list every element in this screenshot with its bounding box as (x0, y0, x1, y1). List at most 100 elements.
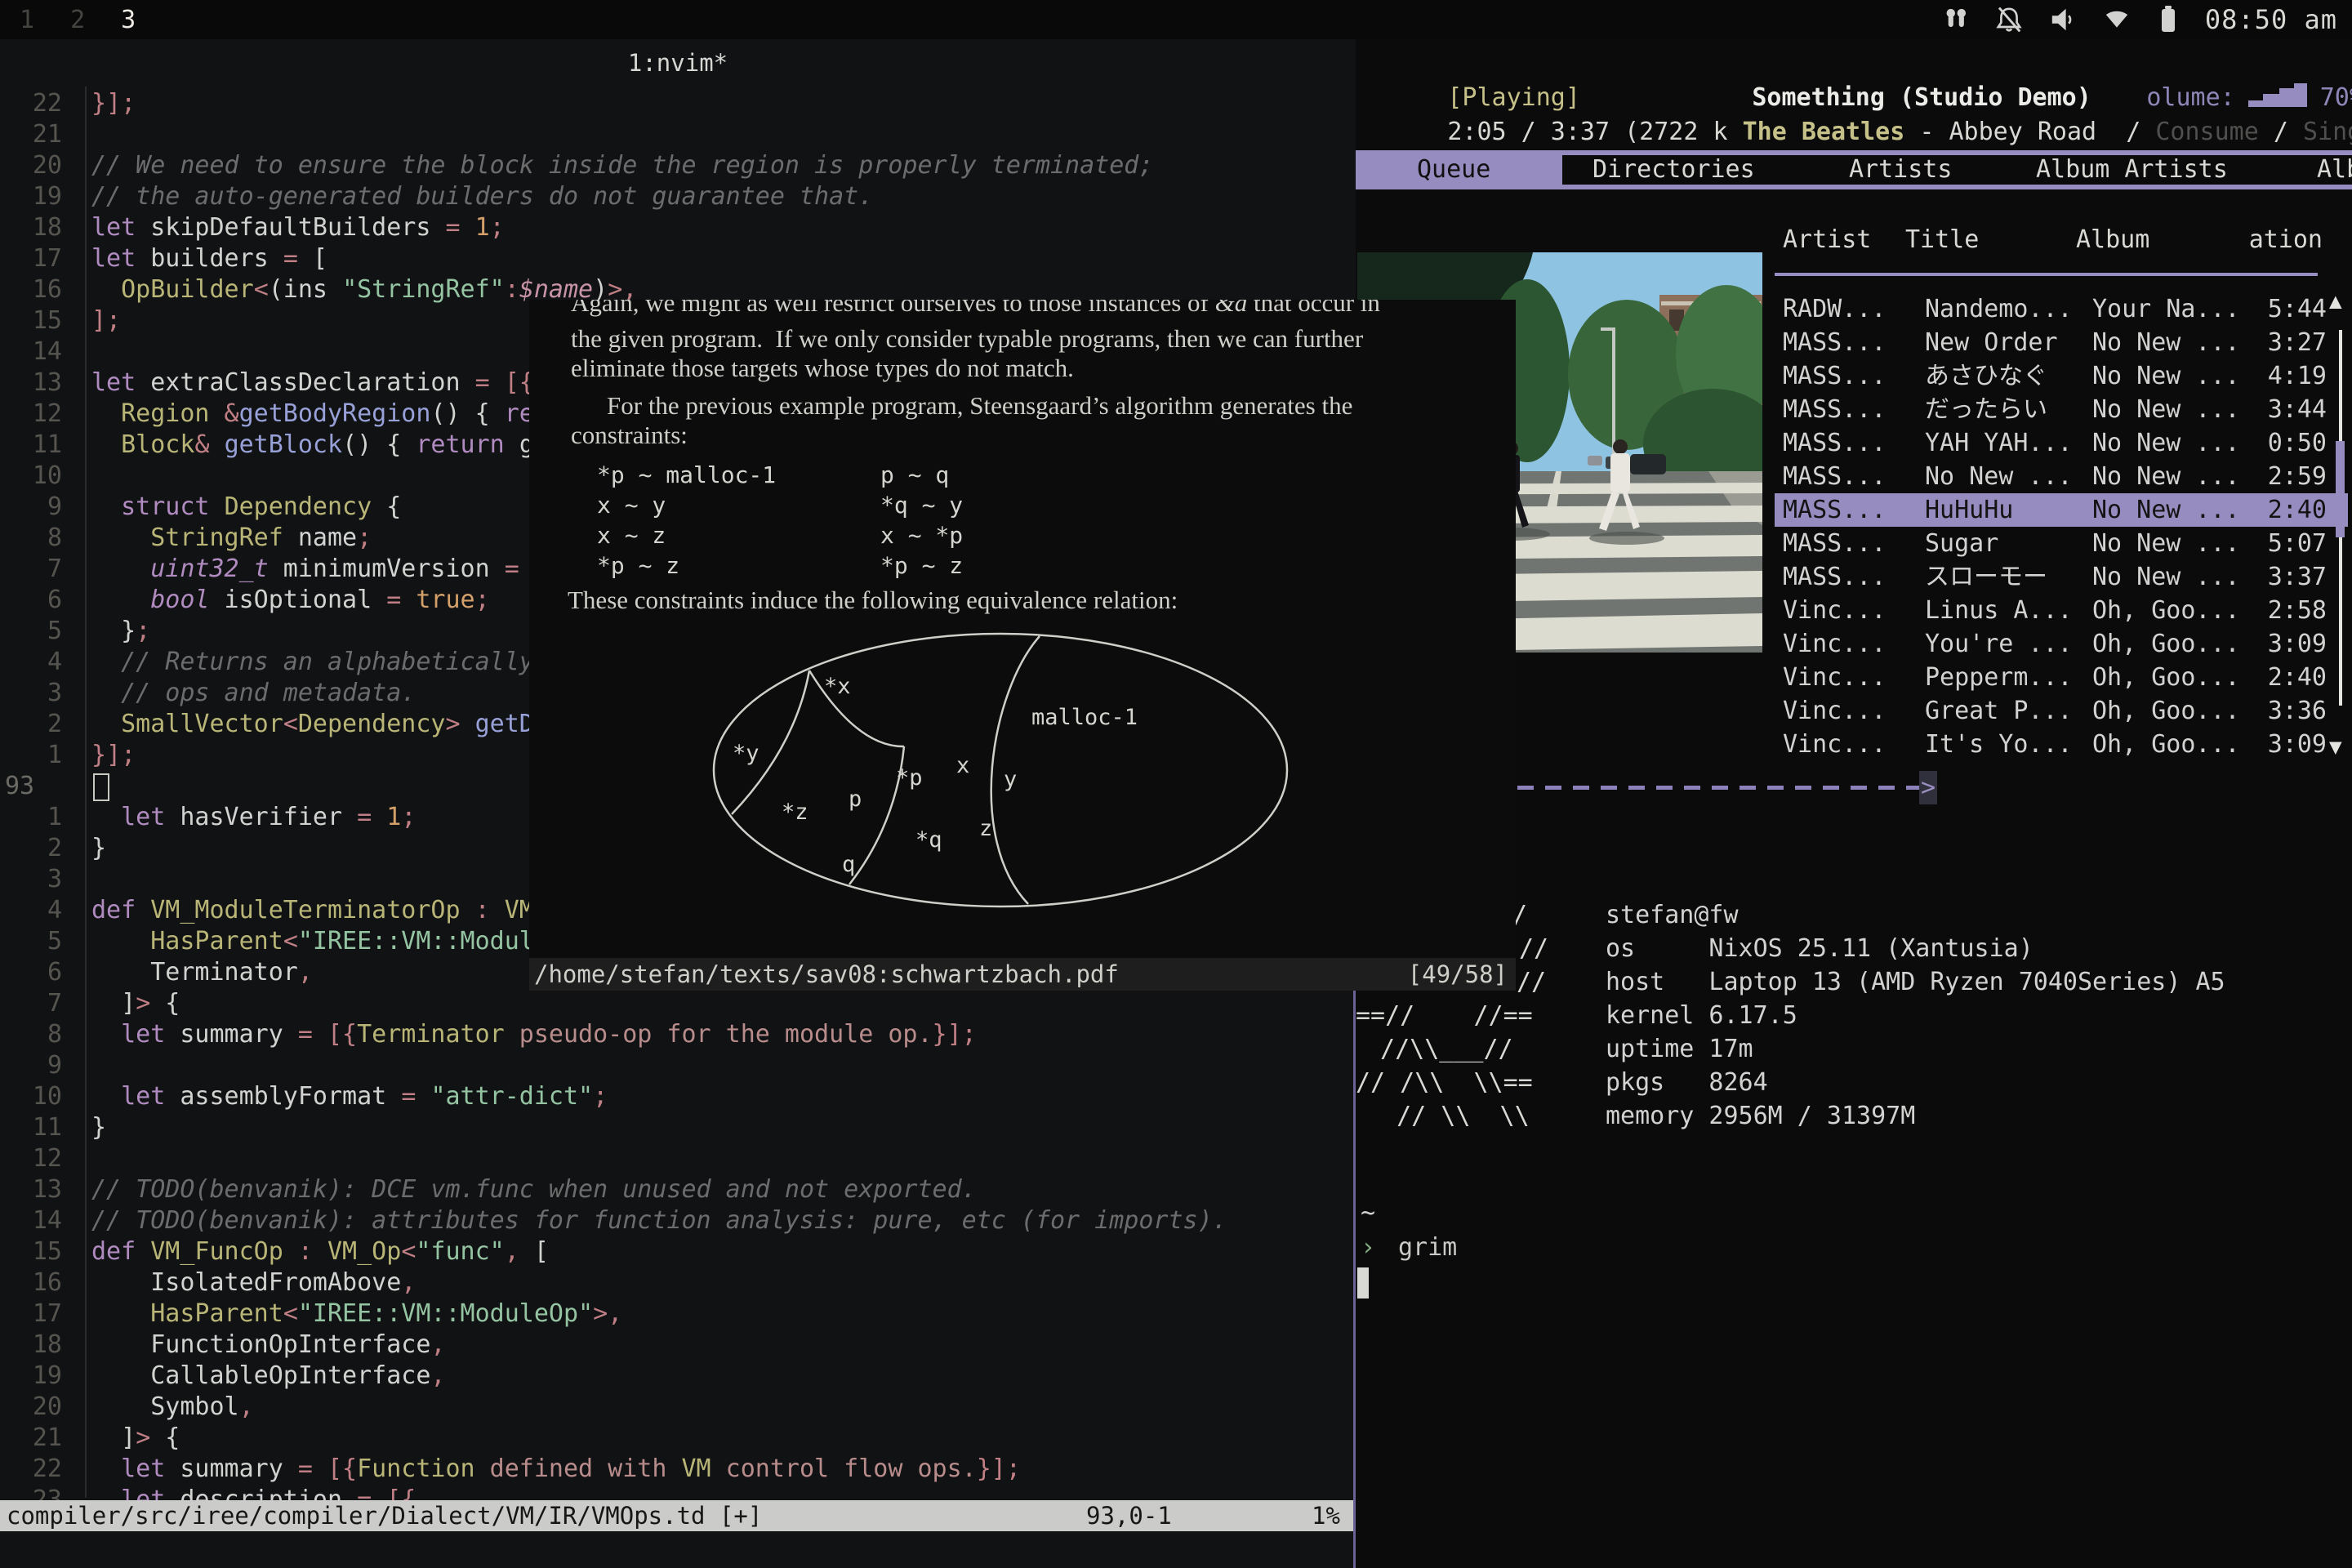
code-line[interactable]: 17 HasParent<"IREE::VM::ModuleOp">, (0, 1298, 622, 1330)
queue-row[interactable]: Vinc...It's Yo...Oh, Goo...3:09 (1775, 728, 2348, 761)
queue-row[interactable]: MASS...YAH YAH...No New ...0:50 (1775, 426, 2348, 460)
battery-icon[interactable] (2156, 4, 2180, 35)
pdf-file-path: /home/stefan/texts/sav08:schwartzbach.pd… (534, 958, 1119, 991)
tmux-window-title[interactable]: 1:nvim* (0, 49, 1356, 77)
line-number: 20 (0, 1392, 80, 1423)
queue-header-album[interactable]: Album (2076, 225, 2149, 256)
queue-cell-album: No New ... (2092, 560, 2240, 594)
scroll-down-icon[interactable]: ▼ (2329, 735, 2342, 760)
queue-header-duration[interactable]: ation (2249, 225, 2323, 256)
code-line[interactable]: 7 uint32_t minimumVersion = 0; (0, 554, 564, 585)
focused-window-border (1353, 991, 1356, 1568)
queue-cell-title: Great P... (1925, 694, 2073, 728)
workspace-3[interactable]: 3 (121, 6, 136, 34)
command-input[interactable]: grim (1398, 1233, 1457, 1262)
code-line[interactable]: 22}]; (0, 88, 136, 119)
code-line[interactable]: 11} (0, 1112, 106, 1143)
statusline-cursor-position: 93,0-1 (1086, 1500, 1172, 1531)
code-line[interactable]: 5 }; (0, 616, 150, 647)
code-line[interactable]: 3 (0, 864, 91, 895)
code-line[interactable]: 19 CallableOpInterface, (0, 1361, 445, 1392)
queue-row[interactable]: MASS...あさひなぐNo New ...4:19 (1775, 359, 2348, 393)
code-line[interactable]: 9 (0, 1050, 91, 1081)
code-line[interactable]: 10 (0, 461, 91, 492)
queue-row[interactable]: MASS...スローモーNo New ...3:37 (1775, 560, 2348, 594)
queue-cell-album: Oh, Goo... (2092, 661, 2240, 694)
line-number: 10 (0, 461, 80, 492)
line-number: 21 (0, 119, 80, 150)
code-line[interactable]: 21 ]> { (0, 1423, 180, 1454)
workspace-2[interactable]: 2 (70, 6, 85, 34)
vim-cursor (93, 773, 109, 801)
queue-row[interactable]: MASS...SugarNo New ...5:07 (1775, 527, 2348, 560)
code-line[interactable]: 12 (0, 1143, 91, 1174)
queue-row[interactable]: RADW...Nandemo...Your Na...5:44 (1775, 292, 2348, 326)
scroll-up-icon[interactable]: ▲ (2329, 289, 2342, 314)
code-line[interactable]: 15]; (0, 305, 121, 336)
fastfetch-info-line: uptime 17m (1606, 1032, 1753, 1066)
queue-row[interactable]: MASS...だったらいNo New ...3:44 (1775, 393, 2348, 426)
code-line[interactable]: 8 StringRef name; (0, 523, 372, 554)
code-line[interactable]: 22 let summary = [{Function defined with… (0, 1454, 1021, 1485)
playback-progress-bar[interactable] (1517, 786, 1919, 790)
code-line[interactable]: 93 (0, 771, 91, 802)
code-line[interactable]: 6 bool isOptional = true; (0, 585, 490, 616)
queue-row[interactable]: MASS...No New ...No New ...2:59 (1775, 460, 2348, 493)
code-line[interactable]: 13// TODO(benvanik): DCE vm.func when un… (0, 1174, 977, 1205)
code-line[interactable]: 7 ]> { (0, 988, 180, 1019)
code-line[interactable]: 18 FunctionOpInterface, (0, 1330, 445, 1361)
queue-row[interactable]: Vinc...You're ...Oh, Goo...3:09 (1775, 627, 2348, 661)
nixos-logo-line: // (1517, 965, 1546, 999)
code-line[interactable]: 10 let assemblyFormat = "attr-dict"; (0, 1081, 608, 1112)
queue-row[interactable]: MASS...New OrderNo New ...3:27 (1775, 326, 2348, 359)
workspace-1[interactable]: 1 (20, 6, 34, 34)
nixos-logo-line: ==// //== (1356, 999, 1533, 1032)
code-line[interactable]: 14// TODO(benvanik): attributes for func… (0, 1205, 1227, 1236)
pdf-constraint: p ~ q (880, 460, 949, 490)
line-number: 22 (0, 88, 80, 119)
queue-header-title[interactable]: Title (1905, 225, 1979, 256)
queue-row[interactable]: Vinc...Pepperm...Oh, Goo...2:40 (1775, 661, 2348, 694)
code-line[interactable]: 13let extraClassDeclaration = [{ (0, 368, 534, 399)
code-line[interactable]: 8 let summary = [{Terminator pseudo-op f… (0, 1019, 977, 1050)
queue-cell-album: No New ... (2092, 359, 2240, 393)
notification-off-icon[interactable] (1994, 5, 2024, 34)
statusline-filename: compiler/src/iree/compiler/Dialect/VM/IR… (7, 1500, 762, 1531)
queue-header-artist[interactable]: Artist (1783, 225, 1871, 256)
fastfetch-info-line: memory 2956M / 31397M (1606, 1099, 1915, 1133)
volume-icon[interactable] (2048, 5, 2078, 34)
queue-cell-duration: 2:59 (2268, 460, 2327, 493)
code-line[interactable]: 15def VM_FuncOp : VM_Op<"func", [ (0, 1236, 549, 1267)
code-line[interactable]: 3 // ops and metadata. (0, 678, 416, 709)
code-line[interactable]: 19// the auto-generated builders do not … (0, 181, 873, 212)
code-line[interactable]: 21 (0, 119, 91, 150)
queue-scrollbar-thumb[interactable] (2336, 441, 2345, 537)
code-line[interactable]: 20// We need to ensure the block inside … (0, 150, 1153, 181)
queue-cell-title: YAH YAH... (1925, 426, 2073, 460)
code-line[interactable]: 1}]; (0, 740, 136, 771)
code-line[interactable]: 2} (0, 833, 106, 864)
code-line[interactable]: 18let skipDefaultBuilders = 1; (0, 212, 505, 243)
code-line[interactable]: 6 Terminator, (0, 957, 313, 988)
code-line[interactable]: 20 Symbol, (0, 1392, 254, 1423)
earbuds-icon[interactable] (1942, 6, 1970, 33)
line-number: 15 (0, 305, 80, 336)
queue-cell-duration: 4:19 (2268, 359, 2327, 393)
code-line[interactable]: 17let builders = [ (0, 243, 327, 274)
code-line[interactable]: 9 struct Dependency { (0, 492, 401, 523)
code-line[interactable]: 16 IsolatedFromAbove, (0, 1267, 416, 1298)
pdf-paragraph-line: These constraints induce the following e… (568, 586, 1178, 615)
prompt-symbol: › (1361, 1233, 1375, 1262)
queue-row[interactable]: MASS...HuHuHuNo New ...2:40 (1775, 493, 2348, 527)
wifi-icon[interactable] (2102, 5, 2132, 34)
pdf-viewer[interactable]: Again, we might as well restrict ourselv… (529, 300, 1516, 991)
line-number: 11 (0, 1112, 80, 1143)
diagram-label: *y (733, 741, 760, 766)
queue-row[interactable]: Vinc...Linus A...Oh, Goo...2:58 (1775, 594, 2348, 627)
fastfetch-info-line: os NixOS 25.11 (Xantusia) (1606, 932, 2034, 965)
queue-row[interactable]: Vinc...Great P...Oh, Goo...3:36 (1775, 694, 2348, 728)
vim-statusline: compiler/src/iree/compiler/Dialect/VM/IR… (0, 1500, 1356, 1531)
code-line[interactable]: 14 (0, 336, 91, 368)
playback-progress-head[interactable]: > (1919, 771, 1937, 804)
code-line[interactable]: 1 let hasVerifier = 1; (0, 802, 416, 833)
